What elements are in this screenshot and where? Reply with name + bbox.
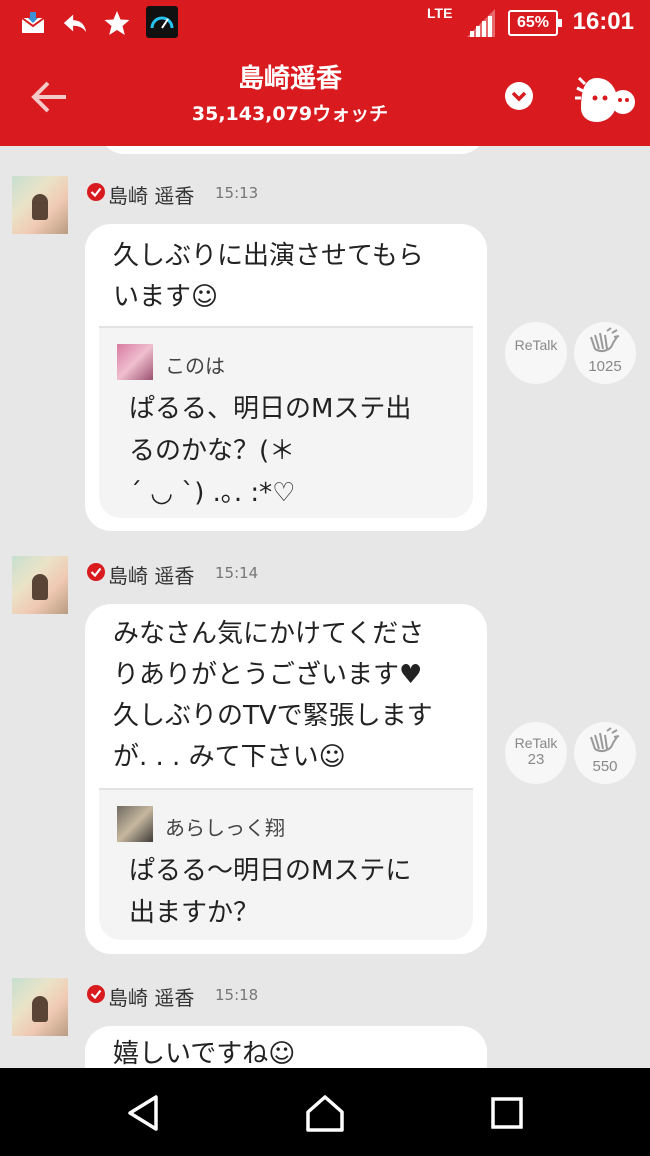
navigation-bar — [0, 1068, 650, 1156]
message-time: 15:18 — [215, 986, 259, 1004]
message-text: みなさん気にかけてくださ りありがとうございます♥ 久しぶりのTVで緊張します … — [113, 614, 468, 778]
page-title: 島崎遥香 — [237, 64, 342, 94]
message-line: 久しぶりに出演させてもら — [113, 241, 424, 271]
status-bar: LTE 65% 16:01 — [0, 0, 650, 48]
clap-count: 1025 — [588, 358, 622, 375]
nav-recents-icon[interactable] — [486, 1092, 528, 1134]
quoted-line: ぱるる、明日のMステ出 — [129, 394, 412, 424]
star-icon — [104, 10, 130, 36]
clap-icon — [590, 727, 620, 752]
message-time: 15:13 — [215, 184, 259, 202]
message-bubble: 久しぶりに出演させてもら います☺ このは ぱるる、明日のMステ出 るのかな？(… — [85, 224, 487, 531]
message-line: います☺ — [113, 282, 219, 312]
message-line: 嬉しいですね☺ — [113, 1039, 296, 1068]
author-name: 島崎 遥香 — [108, 184, 195, 208]
author-name: 島崎 遥香 — [108, 564, 195, 588]
message-line: が. . . みて下さい☺ — [113, 742, 346, 772]
previous-message-bubble — [100, 146, 485, 154]
battery-icon: 65% — [508, 10, 562, 36]
quoted-avatar — [117, 344, 153, 380]
retalk-label: ReTalk — [514, 735, 558, 751]
watch-count: 35,143,079ウォッチ — [191, 103, 389, 125]
avatar[interactable] — [12, 978, 68, 1036]
clap-count: 550 — [592, 758, 618, 775]
avatar[interactable] — [12, 556, 68, 614]
quoted-text: ぱるる〜明日のMステに 出ますか？ — [129, 850, 449, 934]
mail-icon — [20, 10, 46, 36]
clap-button[interactable]: 1025 — [574, 322, 636, 384]
avatar[interactable] — [12, 176, 68, 234]
quoted-line: 出ますか？ — [129, 898, 260, 928]
message-item: 島崎 遥香 15:13 久しぶりに出演させてもら います☺ このは ぱるる、明日… — [0, 176, 650, 536]
quoted-avatar — [117, 806, 153, 842]
message-bubble: みなさん気にかけてくださ りありがとうございます♥ 久しぶりのTVで緊張します … — [85, 604, 487, 954]
quoted-line: ぱるる〜明日のMステに — [129, 856, 412, 886]
message-item: 島崎 遥香 15:14 みなさん気にかけてくださ りありがとうございます♥ 久し… — [0, 556, 650, 956]
back-arrow-icon[interactable] — [30, 80, 70, 114]
clock: 16:01 — [572, 8, 634, 35]
message-time: 15:14 — [215, 564, 259, 582]
quoted-message: このは ぱるる、明日のMステ出 るのかな？(＊ ´ ◡ `) .｡. :*♡ — [99, 326, 473, 518]
quoted-line: ´ ◡ `) .｡. :*♡ — [129, 478, 296, 508]
speedometer-icon — [146, 6, 178, 38]
retalk-button[interactable]: ReTalk — [505, 322, 567, 384]
message-line: りありがとうございます♥ — [113, 660, 423, 690]
network-type: LTE — [427, 5, 453, 21]
message-bubble: 嬉しいですね☺ — [85, 1026, 487, 1068]
chevron-down-icon[interactable] — [505, 82, 533, 110]
message-item: 島崎 遥香 15:18 嬉しいですね☺ — [0, 978, 650, 1068]
app-header: LTE 65% 16:01 島崎遥香 35,143,079ウォッチ — [0, 0, 650, 146]
author-name: 島崎 遥香 — [108, 986, 195, 1010]
nav-home-icon[interactable] — [304, 1092, 346, 1134]
retalk-label: ReTalk — [514, 337, 558, 353]
clap-button[interactable]: 550 — [574, 722, 636, 784]
message-feed[interactable]: 島崎 遥香 15:13 久しぶりに出演させてもら います☺ このは ぱるる、明日… — [0, 146, 650, 1068]
message-text: 久しぶりに出演させてもら います☺ — [113, 236, 468, 318]
clap-icon — [590, 327, 620, 352]
verified-check-icon — [87, 183, 105, 201]
quoted-author: このは — [165, 354, 225, 378]
quoted-line: るのかな？(＊ — [129, 436, 296, 466]
quoted-author: あらしっく翔 — [165, 816, 285, 840]
verified-check-icon — [87, 563, 105, 581]
retalk-count: 23 — [527, 751, 545, 768]
message-text: 嬉しいですね☺ — [113, 1034, 468, 1068]
verified-check-icon — [87, 985, 105, 1003]
retalk-button[interactable]: ReTalk 23 — [505, 722, 567, 784]
quoted-message: あらしっく翔 ぱるる〜明日のMステに 出ますか？ — [99, 788, 473, 940]
message-line: 久しぶりのTVで緊張します — [113, 701, 433, 731]
signal-icon — [466, 8, 496, 38]
quoted-text: ぱるる、明日のMステ出 るのかな？(＊ ´ ◡ `) .｡. :*♡ — [129, 388, 449, 514]
message-line: みなさん気にかけてくださ — [113, 619, 425, 649]
nav-back-icon[interactable] — [124, 1092, 166, 1134]
reply-icon — [62, 10, 88, 36]
mascot-icon[interactable] — [575, 68, 637, 124]
